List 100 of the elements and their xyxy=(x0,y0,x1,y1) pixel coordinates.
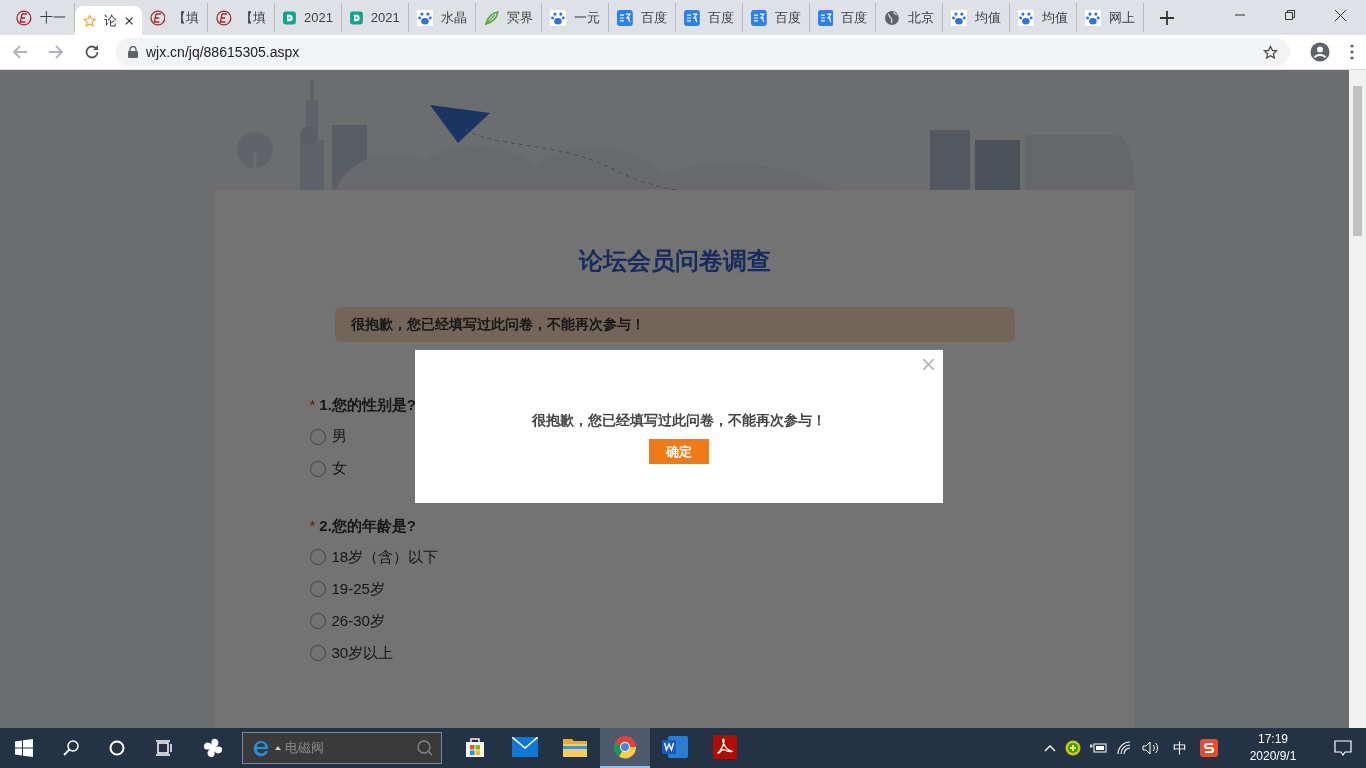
menu-icon[interactable] xyxy=(1350,44,1354,60)
option-label: 18岁（含）以下 xyxy=(331,546,439,567)
envelope-icon xyxy=(512,737,538,757)
browser-tab[interactable]: 百度 xyxy=(675,3,743,32)
letter-s-logo-icon[interactable] xyxy=(1200,739,1218,757)
tab-title: 百度 xyxy=(774,8,801,27)
globe-icon xyxy=(884,9,901,26)
play-logo-icon xyxy=(283,9,297,26)
browser-tab[interactable]: 论 xyxy=(74,6,142,35)
tab-title: 百度 xyxy=(841,8,868,27)
tab-title: 冥界 xyxy=(507,8,534,27)
chevron-up-icon[interactable] xyxy=(1044,744,1056,752)
clock-date[interactable]: 2020/9/1 xyxy=(1249,748,1297,765)
clock-time[interactable]: 17:19 xyxy=(1258,731,1288,748)
question-title: 2.您的年龄是? xyxy=(319,515,417,536)
browser-tab[interactable]: 均值 xyxy=(1009,3,1077,32)
caret-icon xyxy=(275,746,281,750)
notification-icon[interactable] xyxy=(1334,740,1352,756)
new-tab-icon[interactable] xyxy=(1159,10,1174,25)
browser-tab[interactable]: 百度 xyxy=(742,3,810,32)
tab-title: 水晶 xyxy=(440,8,467,27)
chrome-logo-icon xyxy=(613,735,637,759)
taskbar-search-field[interactable]: 电磁阀 xyxy=(242,732,442,764)
tab-title: 2021 xyxy=(370,8,400,27)
browser-tab[interactable]: 一元 xyxy=(542,3,610,32)
browser-tab[interactable]: 【填 xyxy=(208,3,276,32)
wifi-icon[interactable] xyxy=(1117,741,1133,755)
browser-tab[interactable]: 2021 xyxy=(342,3,409,32)
paw-icon xyxy=(416,9,433,26)
required-mark: * xyxy=(309,515,316,536)
option-label: 26-30岁 xyxy=(331,610,385,631)
browser-tab[interactable]: 均值 xyxy=(943,3,1010,32)
translate-icon xyxy=(817,9,834,26)
tab-title: 北京 xyxy=(908,8,935,27)
browser-tab[interactable]: 北京 xyxy=(876,3,944,32)
browser-tab[interactable]: 百度 xyxy=(609,3,676,32)
battery-icon[interactable] xyxy=(1090,742,1108,754)
restore-icon[interactable] xyxy=(1285,10,1295,20)
radio-button[interactable] xyxy=(309,428,326,445)
shopping-bag-icon xyxy=(463,735,487,759)
word-logo-icon xyxy=(662,736,688,758)
radio-button[interactable] xyxy=(309,460,326,477)
close-icon[interactable] xyxy=(125,15,134,26)
paw-icon xyxy=(951,9,967,26)
tab-title: 【填 xyxy=(173,8,200,27)
browser-tab[interactable]: 水晶 xyxy=(408,3,476,32)
option-label: 19-25岁 xyxy=(331,578,385,599)
tab-title: 网上 xyxy=(1108,8,1135,27)
tab-title: 十一 xyxy=(39,8,66,27)
tab-title: 【填 xyxy=(240,8,267,27)
folder-icon xyxy=(563,737,587,757)
browser-tab[interactable]: 百度 xyxy=(809,3,877,32)
close-icon[interactable] xyxy=(1335,9,1346,21)
letter-e-logo-icon xyxy=(149,9,166,26)
option-label: 男 xyxy=(331,426,347,447)
star-icon[interactable] xyxy=(1263,44,1278,60)
required-mark: * xyxy=(309,395,316,415)
translate-icon xyxy=(750,9,767,26)
dialog-message: 很抱歉，您已经填写过此问卷，不能再次参与！ xyxy=(532,411,826,430)
question-title: 1.您的性别是? xyxy=(319,395,417,415)
windows-logo-icon[interactable] xyxy=(15,739,33,757)
circle-icon[interactable] xyxy=(109,740,125,756)
browser-tab[interactable]: 【填 xyxy=(141,3,209,32)
search-icon[interactable] xyxy=(63,740,79,756)
play-logo-icon xyxy=(350,9,363,26)
tab-title: 百度 xyxy=(640,8,667,27)
option-label: 女 xyxy=(331,458,347,479)
translate-icon xyxy=(617,9,633,26)
browser-tab[interactable]: 网上 xyxy=(1076,3,1144,32)
radio-button[interactable] xyxy=(309,613,326,629)
translate-icon xyxy=(683,9,700,26)
radio-button[interactable] xyxy=(309,645,326,661)
tab-title: 均值 xyxy=(974,8,1001,27)
tab-title: 百度 xyxy=(707,8,734,27)
star-icon xyxy=(82,12,97,29)
radio-button[interactable] xyxy=(309,581,326,597)
plus-badge-icon[interactable] xyxy=(1065,740,1081,756)
search-icon xyxy=(417,740,433,756)
address-field[interactable]: wjx.cn/jq/88615305.aspx xyxy=(116,38,1290,66)
leaf-icon xyxy=(483,9,500,26)
letter-e-logo-icon xyxy=(16,9,32,26)
tab-title: 论 xyxy=(104,11,118,30)
radio-button[interactable] xyxy=(309,549,326,565)
account-icon[interactable] xyxy=(1310,42,1330,62)
acrobat-logo-icon xyxy=(713,735,737,759)
tab-title: 2021 xyxy=(304,8,333,27)
internet-explorer-icon xyxy=(251,738,271,758)
browser-tab[interactable]: 2021 xyxy=(275,3,342,32)
reload-icon[interactable] xyxy=(84,44,100,60)
scrollbar[interactable] xyxy=(1349,70,1366,728)
survey-title: 论坛会员问卷调查 xyxy=(577,246,772,276)
browser-tab[interactable]: 十一 xyxy=(8,3,75,32)
input-method-indicator[interactable]: 中 xyxy=(1173,737,1187,759)
browser-tab[interactable]: 冥界 xyxy=(475,3,543,32)
paw-icon xyxy=(1017,9,1034,26)
letter-e-logo-icon xyxy=(216,9,233,26)
pinwheel-icon[interactable] xyxy=(202,737,224,759)
speaker-icon[interactable] xyxy=(1142,741,1160,755)
paw-icon xyxy=(1084,9,1101,26)
task-view-icon[interactable] xyxy=(155,740,173,756)
